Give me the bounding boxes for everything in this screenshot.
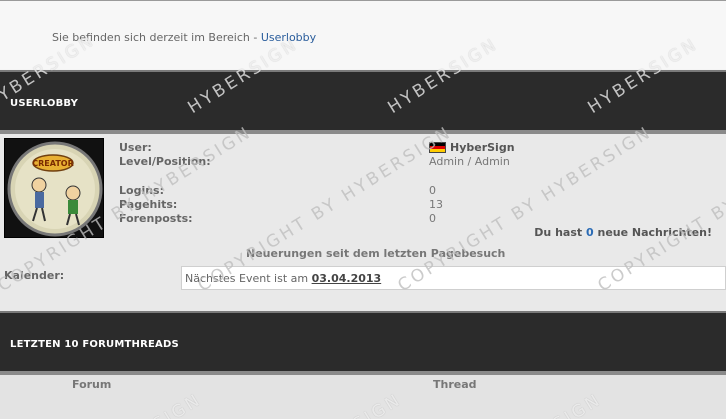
messages-suffix: neue Nachrichten! [597, 226, 712, 239]
avatar-image: CREATOR [7, 141, 103, 237]
userlobby-panel: CREATOR User: Level/Position: Logins: Pa… [0, 134, 726, 311]
calendar-text: Nächstes Event ist am 03.04.2013 [185, 272, 381, 285]
messages-prefix: Du hast [534, 226, 583, 239]
userlobby-title: USERLOBBY [10, 98, 79, 109]
value-pagehits: 13 [429, 198, 443, 211]
threads-header: LETZTEN 10 FORUMTHREADS [0, 311, 726, 375]
breadcrumb-bar: Sie befinden sich derzeit im Bereich - U… [0, 1, 726, 69]
label-logins: Logins: [119, 184, 164, 197]
breadcrumb-link-userlobby[interactable]: Userlobby [261, 31, 316, 44]
calendar-label: Kalender: [4, 269, 65, 282]
breadcrumb-prefix: Sie befinden sich derzeit im Bereich - [52, 31, 258, 44]
calendar-date-link[interactable]: 03.04.2013 [312, 272, 382, 285]
label-level: Level/Position: [119, 155, 211, 168]
germany-flag-icon [429, 142, 446, 153]
value-logins: 0 [429, 184, 436, 197]
avatar-caption: CREATOR [32, 159, 73, 168]
username: HyberSign [450, 141, 515, 154]
value-level: Admin / Admin [429, 155, 510, 168]
messages-count-link[interactable]: 0 [586, 226, 594, 239]
breadcrumb: Sie befinden sich derzeit im Bereich - U… [52, 31, 316, 44]
label-pagehits: Pagehits: [119, 198, 178, 211]
column-thread: Thread [433, 378, 477, 391]
userlobby-header: USERLOBBY [0, 70, 726, 134]
threads-columns: Forum Thread [0, 375, 726, 419]
value-forenposts: 0 [429, 212, 436, 225]
messages-notice: Du hast 0 neue Nachrichten! [534, 226, 712, 239]
threads-title: LETZTEN 10 FORUMTHREADS [10, 339, 179, 350]
avatar: CREATOR [4, 138, 104, 238]
calendar-event-text: Nächstes Event ist am [185, 272, 309, 285]
label-forenposts: Forenposts: [119, 212, 193, 225]
calendar-box: Nächstes Event ist am 03.04.2013 [181, 266, 726, 290]
column-forum: Forum [72, 378, 112, 391]
label-user: User: [119, 141, 152, 154]
news-title: Neuerungen seit dem letzten Pagebesuch [246, 247, 506, 260]
